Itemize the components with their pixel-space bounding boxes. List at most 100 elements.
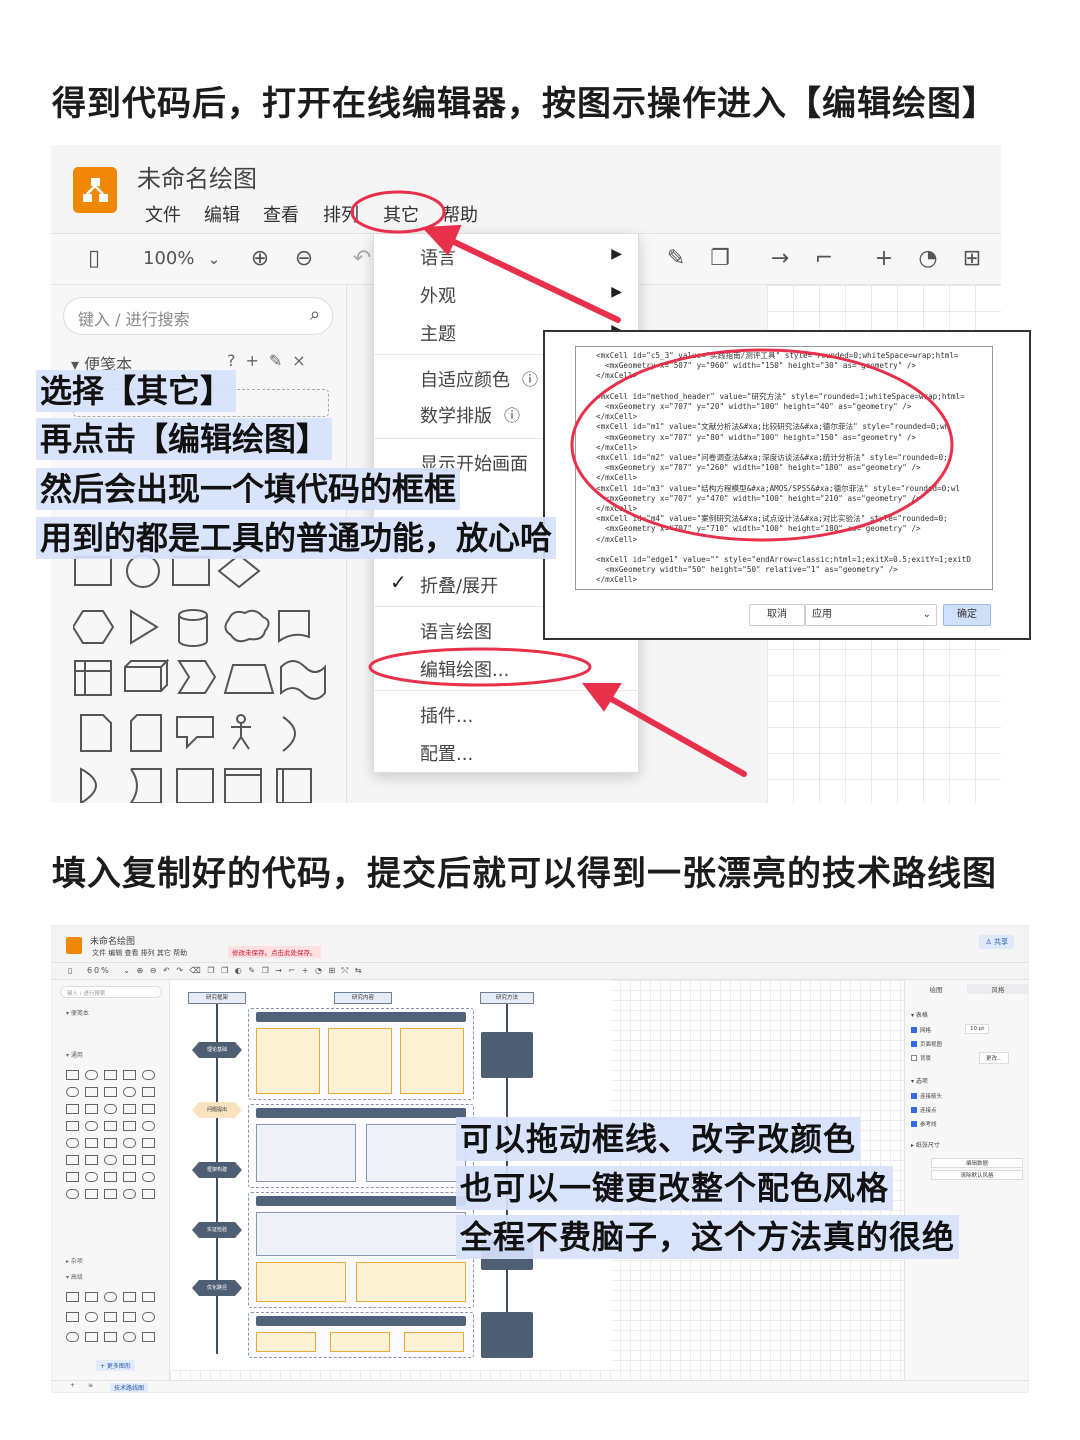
shape-thumbnail[interactable] — [66, 1070, 79, 1080]
step-empirical[interactable]: 实证检验 — [192, 1222, 242, 1238]
shape-thumbnail[interactable] — [66, 1104, 79, 1114]
shape-thumbnail[interactable] — [123, 1138, 136, 1148]
content-box[interactable] — [366, 1124, 466, 1182]
change-background-button[interactable]: 更改... — [979, 1052, 1010, 1064]
option-grid[interactable]: 网格 — [911, 1026, 931, 1034]
menu-item-language[interactable]: 语言 — [420, 244, 456, 270]
menu-item-collapse-expand[interactable]: 折叠/展开 — [420, 572, 498, 598]
sidebar-toggle-icon[interactable]: ▯ — [79, 244, 109, 274]
header-research-methods[interactable]: 研究方法 — [480, 992, 534, 1004]
menu-file[interactable]: 文件 — [145, 201, 181, 227]
step-problem[interactable]: 问题提出 — [192, 1102, 242, 1118]
content-box[interactable] — [256, 1212, 466, 1256]
shape-thumbnail[interactable] — [142, 1312, 155, 1322]
shape-thumbnail[interactable] — [104, 1121, 117, 1131]
header-research-content[interactable]: 研究内容 — [334, 992, 392, 1004]
share-button[interactable]: ♙ 共享 — [979, 935, 1014, 949]
zoom-out-icon[interactable]: ⊖ — [289, 244, 319, 274]
menu-bar[interactable]: 文件 编辑 查看 排列 其它 帮助 — [92, 948, 187, 958]
pencil-icon[interactable]: ✎ — [661, 244, 691, 274]
menu-item-edit-diagram[interactable]: 编辑绘图... — [420, 656, 509, 682]
shape-thumbnail[interactable] — [85, 1087, 98, 1097]
menu-item-language-drawing[interactable]: 语言绘图 — [420, 618, 492, 644]
menu-item-theme[interactable]: 主题 — [420, 320, 456, 346]
content-box[interactable] — [256, 1028, 320, 1094]
shape-thumbnail[interactable] — [104, 1172, 117, 1182]
shape-thumbnail[interactable] — [104, 1104, 117, 1114]
menu-help[interactable]: 帮助 — [442, 201, 478, 227]
shape-thumbnail[interactable] — [123, 1312, 136, 1322]
mode-select[interactable]: 应用 ⌄ — [805, 604, 937, 626]
content-box[interactable] — [256, 1124, 356, 1182]
menu-item-appearance[interactable]: 外观 — [420, 282, 456, 308]
shape-thumbnail[interactable] — [104, 1292, 117, 1302]
shape-thumbnail[interactable] — [66, 1312, 79, 1322]
shape-thumbnail[interactable] — [142, 1172, 155, 1182]
shape-thumbnail[interactable] — [104, 1312, 117, 1322]
shape-thumbnail[interactable] — [85, 1155, 98, 1165]
shape-thumbnail[interactable] — [142, 1292, 155, 1302]
content-box[interactable] — [330, 1332, 390, 1352]
shape-thumbnail[interactable] — [66, 1189, 79, 1199]
ok-button[interactable]: 确定 — [943, 604, 991, 626]
shape-search-input[interactable]: 键入 / 进行搜索 ⌕ — [63, 297, 333, 335]
header-research-framework[interactable]: 研究框架 — [188, 992, 246, 1004]
shape-thumbnail[interactable] — [66, 1121, 79, 1131]
step-framework[interactable]: 框架构建 — [192, 1162, 242, 1178]
shape-thumbnail[interactable] — [142, 1189, 155, 1199]
shape-thumbnail[interactable] — [123, 1155, 136, 1165]
shape-thumbnail[interactable] — [66, 1155, 79, 1165]
method-box[interactable] — [481, 1312, 533, 1358]
pages-menu-icon[interactable]: ≡ — [88, 1382, 93, 1389]
tab-style[interactable]: 风格 — [967, 984, 1028, 994]
menu-item-configuration[interactable]: 配置... — [420, 740, 473, 766]
zoom-in-icon[interactable]: ⊕ — [245, 244, 275, 274]
shape-thumbnail[interactable] — [142, 1121, 155, 1131]
shape-thumbnail[interactable] — [123, 1087, 136, 1097]
shape-thumbnail[interactable] — [85, 1312, 98, 1322]
shape-thumbnail[interactable] — [142, 1087, 155, 1097]
shape-thumbnail[interactable] — [142, 1155, 155, 1165]
menu-extras[interactable]: 其它 — [383, 201, 419, 227]
scratchpad-actions[interactable]: ?+✎× — [227, 351, 316, 370]
advanced-section-label[interactable]: ▾ 高级 — [66, 1272, 83, 1281]
scratchpad-label[interactable]: ▾ 便笺本 — [66, 1008, 89, 1017]
menu-item-math-typesetting[interactable]: 数学排版 — [420, 402, 492, 428]
menu-item-plugins[interactable]: 插件... — [420, 702, 473, 728]
shape-thumbnail[interactable] — [123, 1070, 136, 1080]
option-guides[interactable]: 参考线 — [911, 1120, 937, 1128]
shape-thumbnail[interactable] — [104, 1087, 117, 1097]
shape-thumbnail[interactable] — [142, 1070, 155, 1080]
zoom-select[interactable]: 100% — [143, 248, 194, 269]
content-box[interactable] — [256, 1262, 346, 1302]
menu-item-adaptive-colors[interactable]: 自适应颜色 — [420, 366, 510, 392]
shape-thumbnail[interactable] — [85, 1189, 98, 1199]
waypoint-icon[interactable]: ⌐ — [809, 244, 839, 274]
tab-diagram[interactable]: 绘图 — [905, 984, 967, 994]
shapes-icon[interactable]: ◔ — [913, 244, 943, 274]
section-options[interactable]: ▾ 选项 — [911, 1076, 928, 1085]
section-paper-size[interactable]: ▸ 纸张尺寸 — [911, 1140, 940, 1149]
option-background[interactable]: 背景 — [911, 1054, 931, 1062]
unsaved-notice[interactable]: 修改未保存。点击此处保存。 — [228, 946, 321, 958]
shape-thumbnail[interactable] — [85, 1070, 98, 1080]
shape-thumbnail[interactable] — [85, 1292, 98, 1302]
section-table[interactable]: ▾ 表格 — [911, 1010, 928, 1019]
menu-view[interactable]: 查看 — [263, 201, 299, 227]
shape-thumbnail[interactable] — [66, 1332, 79, 1342]
clear-default-style-button[interactable]: 清除默认风格 — [931, 1170, 1023, 1180]
shape-thumbnail[interactable] — [104, 1138, 117, 1148]
content-box[interactable] — [356, 1262, 466, 1302]
more-shapes-button[interactable]: + 更多图形 — [96, 1360, 135, 1371]
shape-thumbnail[interactable] — [104, 1189, 117, 1199]
shape-thumbnail[interactable] — [85, 1332, 98, 1342]
zoom-select[interactable]: 60% — [87, 966, 111, 975]
diagram-xml-textarea[interactable]: <mxCell id="c5_3" value="实践指南/测评工具" styl… — [575, 346, 993, 590]
help-circle-icon[interactable]: ⓘ — [504, 402, 520, 426]
shape-thumbnail[interactable] — [123, 1332, 136, 1342]
content-box[interactable] — [256, 1332, 316, 1352]
shape-thumbnail[interactable] — [123, 1189, 136, 1199]
menu-arrange[interactable]: 排列 — [323, 201, 359, 227]
edit-data-button[interactable]: 编辑数据 — [931, 1158, 1023, 1168]
duplicate-icon[interactable]: ❐ — [705, 244, 735, 274]
